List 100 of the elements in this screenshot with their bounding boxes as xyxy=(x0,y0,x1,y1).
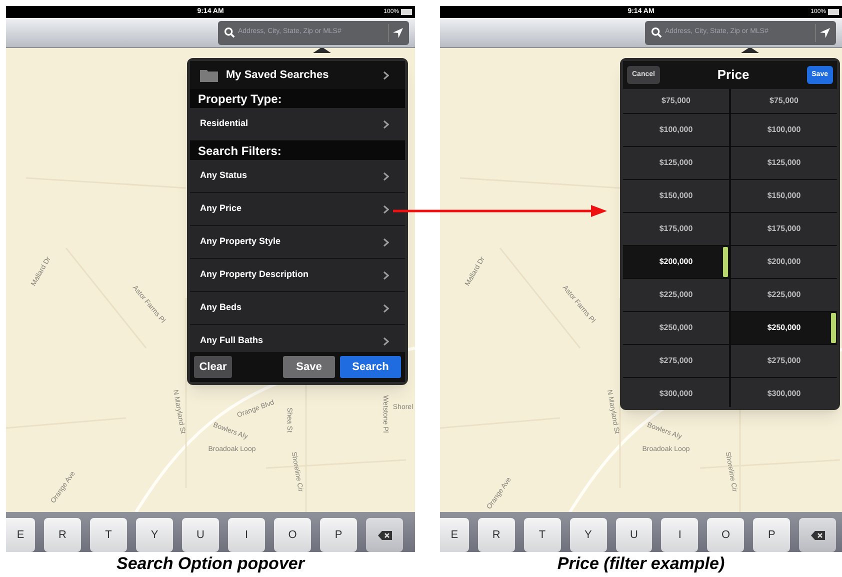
price-option[interactable]: $225,000 xyxy=(623,279,729,312)
price-option[interactable]: $225,000 xyxy=(731,279,837,312)
row-label: Any Property Style xyxy=(200,235,282,248)
price-option[interactable]: $250,000 xyxy=(623,312,729,345)
price-label: $200,000 xyxy=(767,256,801,268)
price-option[interactable]: $275,000 xyxy=(731,345,837,378)
price-option[interactable]: $175,000 xyxy=(623,213,729,246)
section-header: Search Filters: xyxy=(190,141,405,160)
filter-row[interactable]: Any Beds xyxy=(190,292,405,325)
search-button[interactable]: Search xyxy=(340,356,401,378)
location-arrow-icon[interactable] xyxy=(819,26,831,38)
backspace-icon xyxy=(378,530,392,540)
price-option[interactable]: $125,000 xyxy=(623,147,729,180)
price-option[interactable]: $300,000 xyxy=(623,378,729,407)
folder-icon xyxy=(200,68,218,82)
keyboard-key[interactable]: Y xyxy=(570,518,607,552)
keyboard-key[interactable]: Y xyxy=(136,518,173,552)
chevron-right-icon xyxy=(383,238,389,246)
price-label: $225,000 xyxy=(659,289,693,301)
price-option[interactable]: $175,000 xyxy=(731,213,837,246)
battery-icon xyxy=(828,9,840,15)
figure-caption: Price (filter example) xyxy=(556,553,726,575)
row-label: Any Full Baths xyxy=(200,334,264,348)
filter-row[interactable]: Any Status xyxy=(190,160,405,193)
keyboard-key[interactable]: I xyxy=(228,518,265,552)
price-label: $275,000 xyxy=(659,355,693,367)
price-label: $225,000 xyxy=(767,289,801,301)
keyboard-key[interactable]: I xyxy=(661,518,698,552)
row-label: Any Beds xyxy=(200,301,243,314)
backspace-key[interactable] xyxy=(366,518,403,552)
saved-searches-row[interactable]: My Saved Searches xyxy=(190,61,405,89)
chevron-right-icon xyxy=(383,120,389,128)
price-option[interactable]: $200,000 xyxy=(731,246,837,279)
figure-caption: Search Option popover xyxy=(116,553,306,575)
price-label: $200,000 xyxy=(659,256,693,268)
price-label: $250,000 xyxy=(767,322,801,334)
keyboard-key[interactable]: R xyxy=(478,518,515,552)
row-label: Residential xyxy=(200,117,250,130)
price-label: $125,000 xyxy=(767,157,801,169)
price-label: $175,000 xyxy=(659,223,693,235)
filter-row[interactable]: Any Property Style xyxy=(190,226,405,259)
battery-icon xyxy=(401,9,413,15)
price-label: $150,000 xyxy=(659,190,693,202)
picker-title: Price xyxy=(716,66,750,84)
price-option[interactable]: $150,000 xyxy=(623,180,729,213)
search-icon xyxy=(651,27,662,38)
price-option[interactable]: $275,000 xyxy=(623,345,729,378)
location-arrow-icon[interactable] xyxy=(392,26,404,38)
price-option[interactable]: $100,000 xyxy=(623,114,729,147)
backspace-icon xyxy=(810,530,825,540)
filter-row[interactable]: Any Price xyxy=(190,193,405,226)
selection-indicator xyxy=(723,247,728,277)
keyboard-key[interactable]: U xyxy=(182,518,219,552)
keyboard-key[interactable]: R xyxy=(44,518,81,552)
keyboard-key[interactable]: T xyxy=(90,518,127,552)
row-label: Any Property Description xyxy=(200,268,310,282)
filter-row[interactable]: Residential xyxy=(190,108,405,141)
keyboard-key[interactable]: E xyxy=(6,518,35,552)
filter-row[interactable]: Any Full Baths xyxy=(190,325,405,352)
chevron-right-icon xyxy=(383,336,389,346)
keyboard-key[interactable]: O xyxy=(707,518,744,552)
price-label: $150,000 xyxy=(767,190,801,202)
price-option[interactable]: $250,000 xyxy=(731,312,837,345)
row-label: Any Status xyxy=(200,169,248,182)
chevron-right-icon xyxy=(383,304,389,312)
row-label: My Saved Searches xyxy=(226,68,330,83)
keyboard-key[interactable]: E xyxy=(440,518,469,552)
chevron-right-icon xyxy=(383,270,389,280)
section-header: Property Type: xyxy=(190,89,405,108)
price-label: $75,000 xyxy=(662,95,690,107)
filter-row[interactable]: Any Property Description xyxy=(190,259,405,292)
price-option[interactable]: $300,000 xyxy=(731,378,837,407)
price-label: $75,000 xyxy=(770,95,798,107)
backspace-key[interactable] xyxy=(799,518,836,552)
price-label: $175,000 xyxy=(767,223,801,235)
row-label: Any Price xyxy=(200,202,243,216)
price-label: $125,000 xyxy=(659,157,693,169)
price-label: $275,000 xyxy=(767,355,801,367)
price-label: $300,000 xyxy=(767,388,801,400)
chevron-right-icon xyxy=(383,70,389,80)
price-option[interactable]: $75,000 xyxy=(623,89,729,114)
price-option[interactable]: $75,000 xyxy=(731,89,837,114)
price-option[interactable]: $125,000 xyxy=(731,147,837,180)
footer-button[interactable]: Save xyxy=(283,356,335,378)
keyboard-key[interactable]: P xyxy=(753,518,790,552)
selection-indicator xyxy=(831,313,836,343)
keyboard-key[interactable]: U xyxy=(616,518,652,552)
footer-button[interactable]: Clear xyxy=(194,356,232,378)
keyboard-key[interactable]: O xyxy=(274,518,311,552)
keyboard-key[interactable]: P xyxy=(320,518,357,552)
keyboard-key[interactable]: T xyxy=(524,518,561,552)
chevron-right-icon xyxy=(383,204,389,214)
price-label: $100,000 xyxy=(767,124,801,136)
price-label: $300,000 xyxy=(659,388,693,400)
chevron-right-icon xyxy=(383,172,389,180)
price-option[interactable]: $150,000 xyxy=(731,180,837,213)
price-option[interactable]: $100,000 xyxy=(731,114,837,147)
price-label: $100,000 xyxy=(659,124,693,136)
price-option[interactable]: $200,000 xyxy=(623,246,729,279)
search-icon xyxy=(224,27,235,38)
